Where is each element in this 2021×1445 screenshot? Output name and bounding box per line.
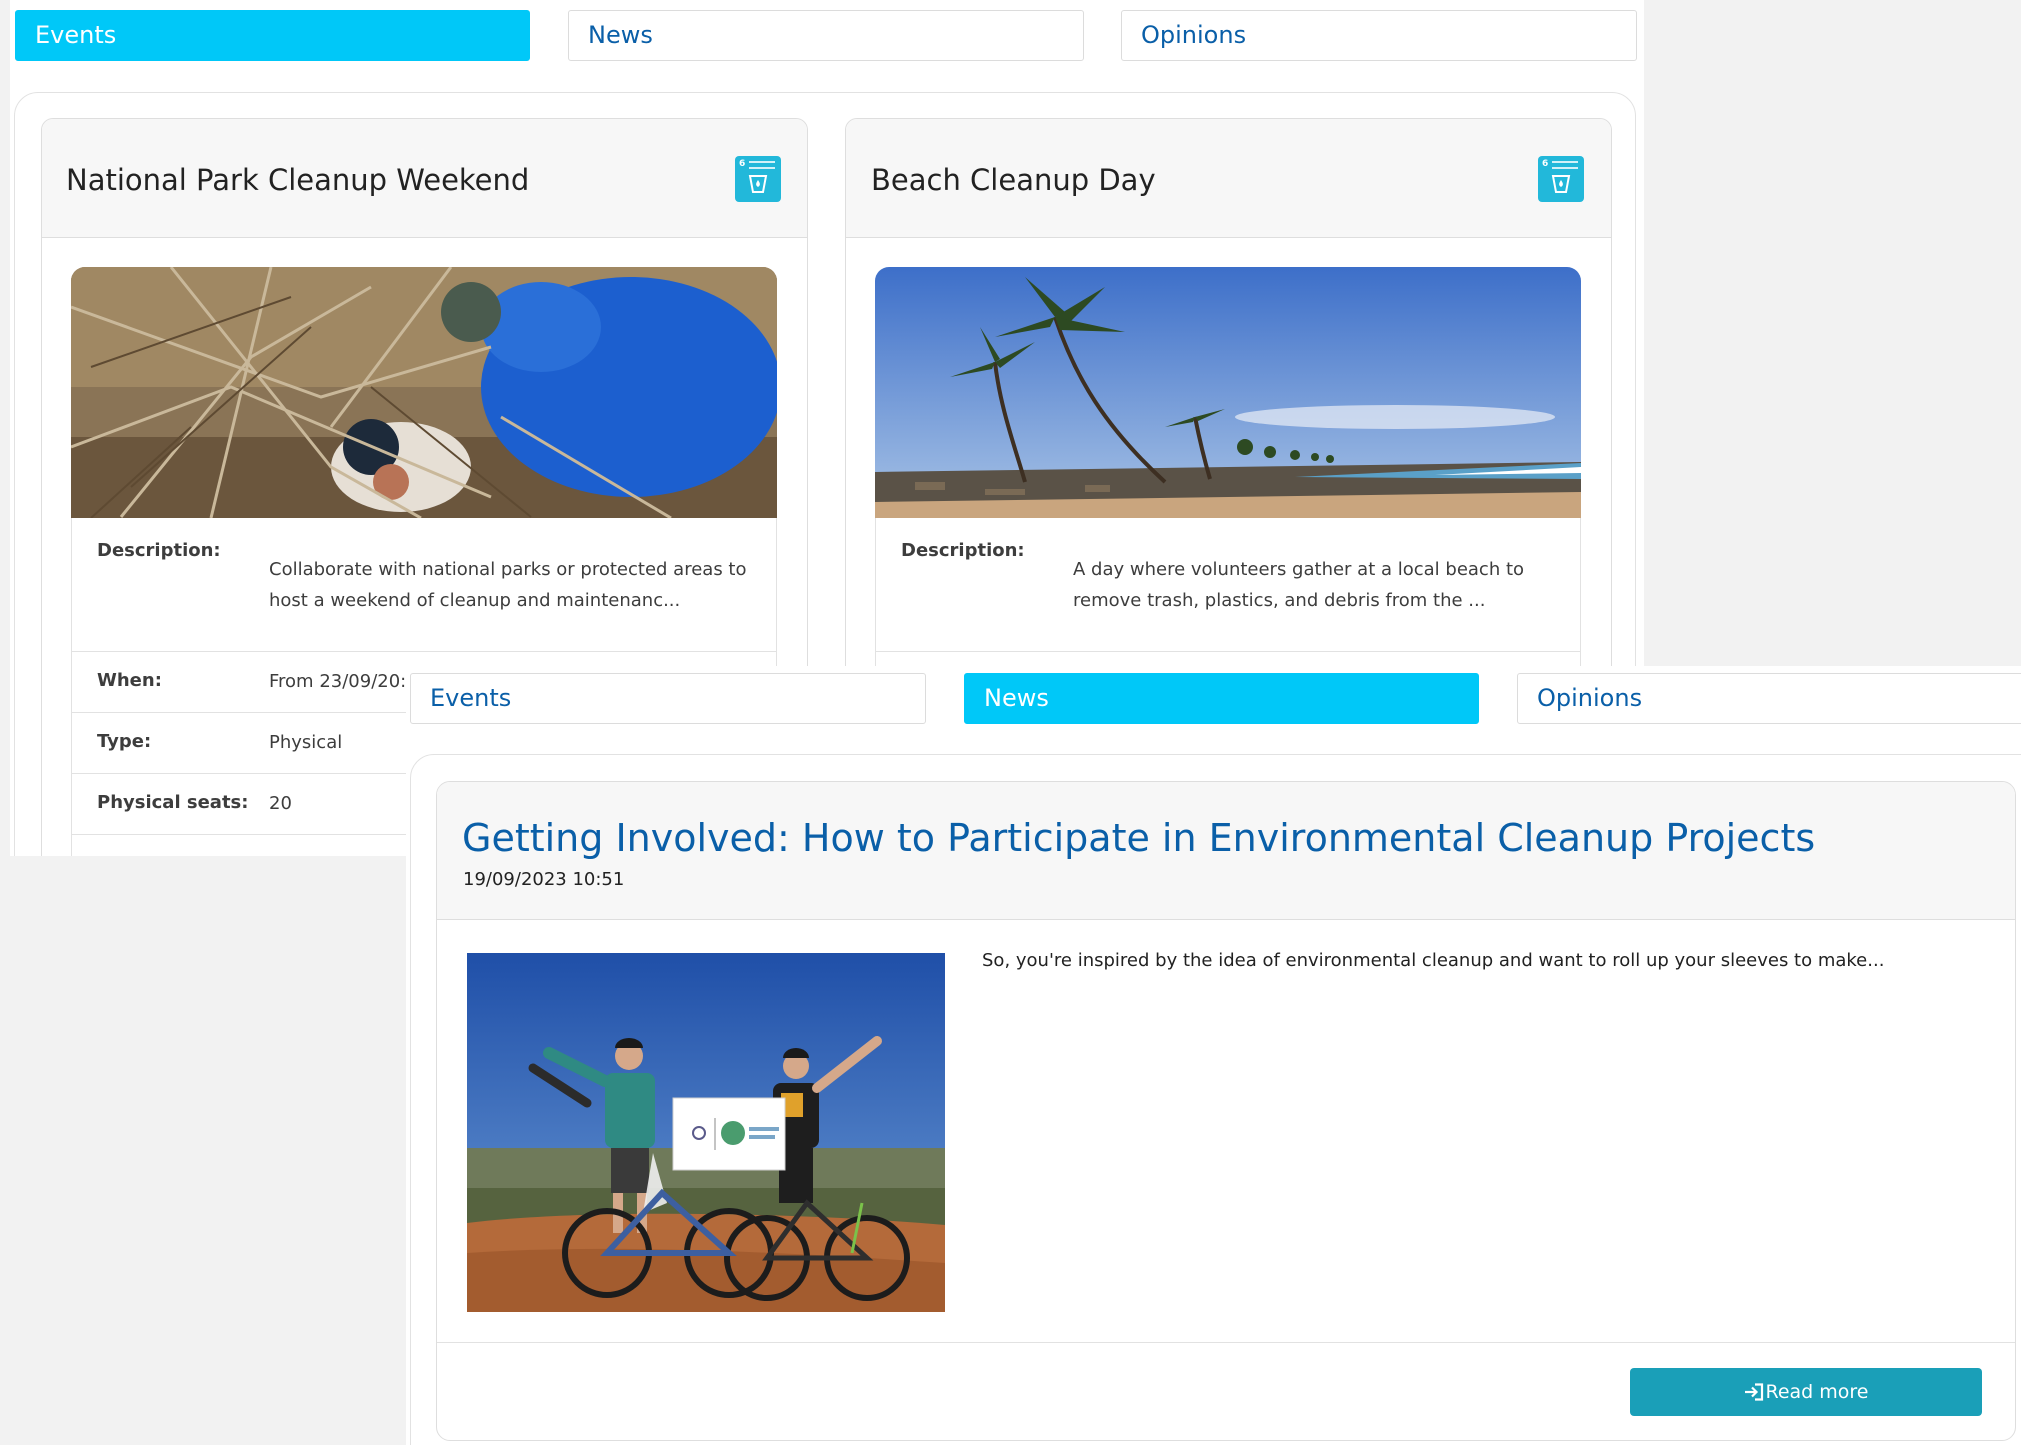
description-row: Description: Collaborate with national p… [72, 518, 776, 652]
tab-news[interactable]: News [568, 10, 1084, 61]
description-line-1: A day where volunteers gather at a local… [1073, 559, 1525, 580]
event-title[interactable]: National Park Cleanup Weekend [66, 163, 529, 197]
tab-news[interactable]: News [964, 673, 1479, 724]
sdg-badge-icon: 6 [1538, 156, 1584, 202]
tab-opinions[interactable]: Opinions [1121, 10, 1637, 61]
news-date: 19/09/2023 10:51 [463, 869, 625, 890]
read-more-label: Read more [1765, 1381, 1869, 1403]
sdg-badge-icon: 6 [735, 156, 781, 202]
event-title[interactable]: Beach Cleanup Day [871, 163, 1156, 197]
event-card-header: Beach Cleanup Day 6 [846, 119, 1611, 238]
tab-events[interactable]: Events [15, 10, 530, 61]
type-label: Type: [97, 731, 152, 752]
when-value: From 23/09/20: [269, 671, 407, 692]
seats-value: 20 [269, 793, 292, 814]
tab-opinions[interactable]: Opinions [1517, 673, 2021, 724]
sign-in-arrow-icon [1744, 1383, 1763, 1401]
news-title[interactable]: Getting Involved: How to Participate in … [462, 816, 1815, 860]
water-tap-icon [1551, 175, 1571, 193]
seats-label: Physical seats: [97, 792, 249, 813]
read-more-button[interactable]: Read more [1630, 1368, 1982, 1416]
description-line-2: host a weekend of cleanup and maintenanc… [269, 590, 681, 611]
event-image [71, 267, 777, 518]
when-label: When: [97, 670, 162, 691]
news-panel: Events News Opinions Getting Involved: H… [406, 666, 2021, 1445]
description-label: Description: [901, 540, 1025, 561]
type-value: Physical [269, 732, 343, 753]
event-image [875, 267, 1581, 518]
description-line-1: Collaborate with national parks or prote… [269, 559, 747, 580]
description-label: Description: [97, 540, 221, 561]
news-excerpt: So, you're inspired by the idea of envir… [982, 950, 1885, 971]
sdg-number: 6 [1542, 159, 1549, 169]
description-row: Description: A day where volunteers gath… [876, 518, 1580, 652]
news-image [467, 953, 945, 1312]
event-card-header: National Park Cleanup Weekend 6 [42, 119, 807, 238]
card-footer-divider [437, 1342, 2015, 1343]
sdg-number: 6 [739, 159, 746, 169]
description-line-2: remove trash, plastics, and debris from … [1073, 590, 1486, 611]
tab-events[interactable]: Events [410, 673, 926, 724]
water-tap-icon [748, 175, 768, 193]
